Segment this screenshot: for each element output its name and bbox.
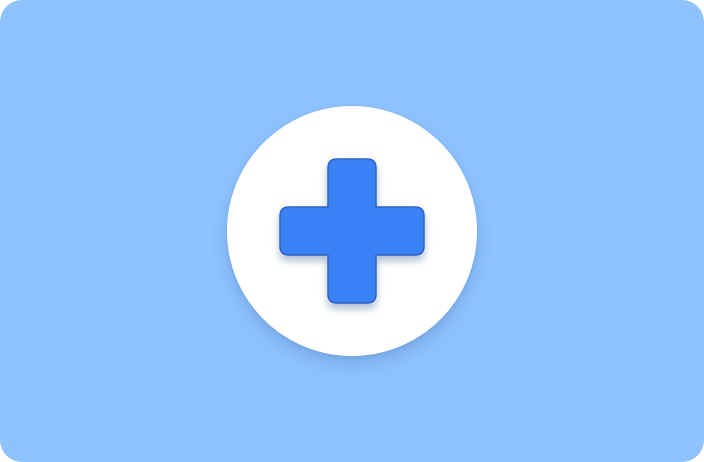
icon-card [0,0,704,462]
plus-shape [279,158,425,304]
plus-badge[interactable] [227,106,477,356]
plus-icon [279,158,425,304]
